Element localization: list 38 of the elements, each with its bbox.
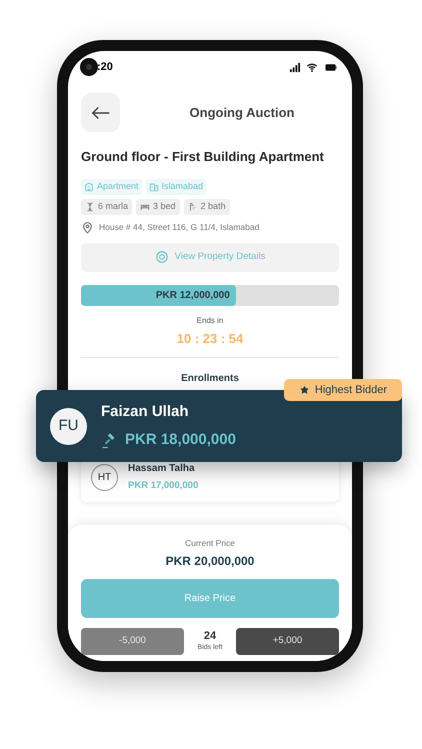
bid-amount: PKR 17,000,000 (128, 478, 198, 493)
property-title: Ground floor - First Building Apartment (81, 148, 325, 166)
feature-tag: 2 bath (184, 198, 230, 214)
bidder-name: Hassam Talha (128, 462, 196, 476)
location-pin-icon (81, 220, 94, 234)
height-icon (85, 202, 95, 212)
eye-icon (154, 250, 169, 264)
countdown-timer: 10 : 23 : 54 (176, 330, 244, 348)
feature-tag: 6 marla (81, 198, 132, 214)
current-price: PKR 20,000,000 (166, 552, 254, 570)
enrollments-heading: Enrollments (181, 372, 239, 386)
current-price-label: Current Price (184, 537, 236, 550)
ends-in-label: Ends in (196, 314, 224, 326)
category-tag: Apartment (81, 178, 142, 194)
camera-icon (80, 58, 98, 76)
view-details-button[interactable]: View Property Details (81, 242, 339, 272)
shower-icon (188, 202, 198, 212)
bids-left-count: 24 (204, 630, 216, 642)
bidder-avatar: FU (50, 408, 87, 444)
highest-bidder-badge: Highest Bidder (284, 379, 402, 401)
building-icon (84, 182, 94, 192)
bidder-avatar: HT (91, 464, 118, 490)
progress-amount: PKR 12,000,000 (156, 288, 230, 302)
back-button[interactable] (81, 93, 120, 132)
increment-button[interactable]: +5,000 (236, 628, 339, 655)
category-tag: Islamabad (146, 178, 206, 194)
buildings-icon (148, 182, 159, 192)
screen-title: Ongoing Auction (190, 104, 294, 122)
signal-icon (288, 62, 302, 72)
feature-tag: 3 bed (136, 198, 180, 214)
raise-price-button[interactable]: Raise Price (81, 578, 339, 618)
wifi-icon (305, 62, 319, 72)
bidder-name: Faizan Ullah (101, 402, 190, 422)
status-time: :20 (97, 60, 113, 75)
address-text: House # 44, Street 116, G 11/4, Islamabad (99, 220, 260, 234)
badge-star-icon (298, 384, 310, 396)
bid-amount: PKR 18,000,000 (125, 430, 236, 450)
decrement-button[interactable]: -5,000 (81, 628, 184, 655)
